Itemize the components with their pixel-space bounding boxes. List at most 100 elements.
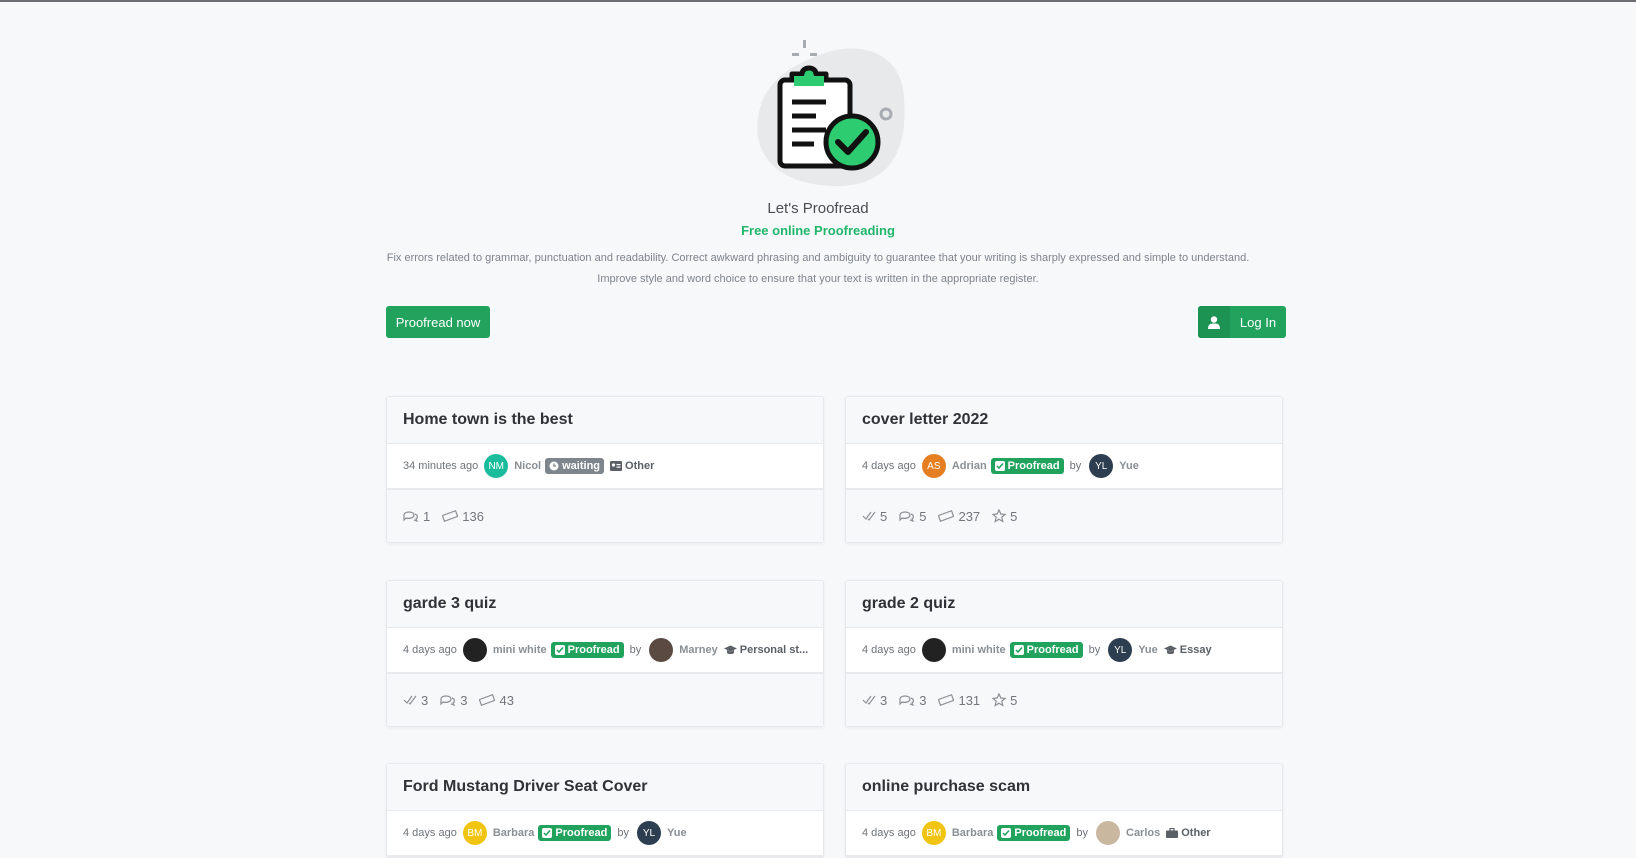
reviewer-name[interactable]: Yue [1138,644,1158,656]
description: Fix errors related to grammar, punctuati… [0,248,1636,290]
stars-count: 5 [1010,508,1018,524]
checks-icon [403,695,417,705]
avatar[interactable]: NM [484,454,509,478]
document-card[interactable]: grade 2 quiz 4 days ago mini white Proof… [845,580,1283,727]
card-title[interactable]: garde 3 quiz [403,595,496,613]
document-card[interactable]: online purchase scam 4 days ago BM Barba… [845,763,1283,858]
graduation-cap-icon [1163,645,1177,655]
avatar[interactable] [462,638,487,662]
avatar[interactable]: BM [921,821,946,845]
reviewer-name[interactable]: Marney [679,644,718,656]
ruler-icon [938,510,955,522]
author-name[interactable]: Barbara [952,827,994,839]
status-label: waiting [562,460,601,472]
by-label: by [1088,644,1101,656]
by-label: by [1076,827,1088,839]
reviewer-name[interactable]: Yue [1119,460,1139,472]
reviewer-avatar[interactable]: YL [637,821,661,845]
category-label: Other [625,460,655,472]
status-badge: Proofread [997,825,1071,841]
document-card[interactable]: Home town is the best 34 minutes ago NM … [386,396,824,543]
status-badge: Proofread [990,458,1064,474]
status-badge: Proofread [538,825,612,841]
status-badge: Proofread [1009,642,1083,658]
briefcase-icon [1166,828,1179,838]
comments-icon [899,695,915,707]
double-check-icon [554,645,565,655]
double-check-icon [1001,828,1012,838]
card-title[interactable]: cover letter 2022 [862,411,988,429]
card-time: 4 days ago [862,460,916,472]
reviewer-avatar[interactable]: YL [1108,638,1133,662]
double-check-icon [994,461,1005,471]
card-time: 4 days ago [403,827,457,839]
category: Other [1166,827,1211,839]
card-title[interactable]: online purchase scam [862,778,1030,796]
category-label: Personal st... [739,644,809,656]
ruler-icon [479,694,496,706]
avatar[interactable] [921,638,946,662]
author-name[interactable]: Barbara [493,827,535,839]
comments-count: 3 [460,692,468,708]
description-line-1: Fix errors related to grammar, punctuati… [386,252,1250,264]
stars-count: 5 [1010,692,1018,708]
words-count: 43 [499,692,514,708]
by-label: by [1069,460,1082,472]
reviewer-avatar[interactable] [649,638,674,662]
checks-count: 5 [880,508,888,524]
double-check-icon [1013,645,1024,655]
avatar[interactable]: AS [921,454,946,478]
comments-count: 1 [423,508,431,524]
document-card[interactable]: Ford Mustang Driver Seat Cover 4 days ag… [386,763,824,858]
reviewer-name[interactable]: Yue [667,827,687,839]
card-title[interactable]: Home town is the best [403,411,573,429]
log-in-button[interactable]: Log In [1198,306,1286,338]
checks-icon [862,511,876,521]
checks-count: 3 [421,692,429,708]
reviewer-avatar[interactable]: YL [1089,454,1114,478]
category: Personal st... [723,644,809,656]
app-logo [752,38,922,194]
by-label: by [617,827,629,839]
double-check-icon [542,828,553,838]
document-card[interactable]: garde 3 quiz 4 days ago mini white Proof… [386,580,824,727]
author-name[interactable]: mini white [493,644,547,656]
category-label: Essay [1179,644,1212,656]
status-label: Proofread [555,827,608,839]
words-count: 237 [958,508,981,524]
avatar[interactable]: BM [462,821,487,845]
checks-count: 3 [880,692,888,708]
id-card-icon [610,461,623,471]
comments-icon [440,695,456,707]
by-label: by [629,644,642,656]
proofread-now-button[interactable]: Proofread now [386,306,490,338]
author-name[interactable]: Adrian [952,460,987,472]
words-count: 131 [958,692,981,708]
status-label: Proofread [1007,460,1060,472]
description-line-2: Improve style and word choice to ensure … [597,273,1039,285]
author-name[interactable]: Nicol [514,460,541,472]
author-name[interactable]: mini white [952,644,1006,656]
status-badge: waiting [545,458,605,474]
checks-icon [862,695,876,705]
comments-icon [899,511,915,523]
card-time: 4 days ago [862,644,916,656]
card-time: 34 minutes ago [403,460,479,472]
comments-count: 5 [919,508,927,524]
category: Essay [1163,644,1212,656]
star-icon [992,693,1007,707]
clock-icon [549,461,559,471]
reviewer-name[interactable]: Carlos [1126,827,1160,839]
card-title[interactable]: Ford Mustang Driver Seat Cover [403,778,648,796]
comments-count: 3 [919,692,927,708]
card-title[interactable]: grade 2 quiz [862,595,955,613]
card-time: 4 days ago [403,644,457,656]
ruler-icon [938,694,955,706]
category-label: Other [1181,827,1211,839]
reviewer-avatar[interactable] [1096,821,1120,845]
card-time: 4 days ago [862,827,916,839]
ruler-icon [442,510,459,522]
log-in-label: Log In [1239,314,1277,330]
category: Other [610,460,654,472]
document-card[interactable]: cover letter 2022 4 days ago AS Adrian P… [845,396,1283,543]
